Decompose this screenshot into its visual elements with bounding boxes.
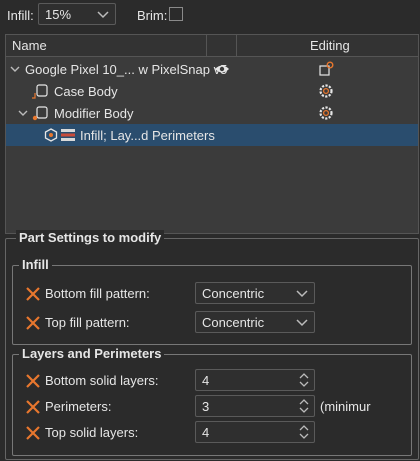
bottom-solid-layers-value: 4 [202,373,210,388]
top-solid-layers-value: 4 [202,425,210,440]
infill-combo[interactable]: 15% [38,3,116,25]
object-name: Google Pixel 10_... w PixelSnap v5 [25,62,228,77]
expand-chevron-icon[interactable] [18,109,28,117]
settings-hex-icon [44,128,58,142]
part-settings-title: Part Settings to modify [16,230,165,245]
bottom-fill-pattern-value: Concentric [202,286,265,301]
modifier-body-label: Modifier Body [54,106,134,121]
modifier-icon [32,106,48,121]
settings-item-label: Infill; Lay...d Perimeters [80,128,215,143]
tree-row-case-body[interactable]: Case Body [6,80,418,102]
bottom-solid-layers-label: Bottom solid layers: [45,373,159,388]
case-body-label: Case Body [54,84,118,99]
infill-group: Infill Bottom fill pattern: Concentric T… [12,257,412,345]
layers-icon [61,129,75,141]
infill-label: Infill: [7,8,34,23]
column-name[interactable]: Name [12,38,47,53]
tree-row-object[interactable]: Google Pixel 10_... w PixelSnap v5 [6,58,418,80]
chevron-down-icon [296,290,308,298]
bottom-solid-layers-spin[interactable]: 4 [195,369,315,391]
tree-row-modifier-body[interactable]: Modifier Body [6,102,418,124]
spin-arrows-icon[interactable] [297,423,311,441]
top-fill-pattern-value: Concentric [202,315,265,330]
remove-option-icon[interactable] [25,399,41,415]
bottom-solid-layers-option: Bottom solid layers: [25,369,205,393]
chevron-down-icon [97,11,109,19]
part-settings-panel: Part Settings to modify Infill Bottom fi… [5,230,419,460]
layers-perimeters-group: Layers and Perimeters Bottom solid layer… [12,346,412,456]
perimeters-option: Perimeters: [25,395,205,419]
perimeters-label: Perimeters: [45,399,112,414]
infill-group-title: Infill [19,257,52,272]
remove-option-icon[interactable] [25,286,41,302]
top-solid-layers-spin[interactable]: 4 [195,421,315,443]
spin-arrows-icon[interactable] [297,397,311,415]
tree-row-settings[interactable]: Infill; Lay...d Perimeters [6,124,418,146]
bottom-fill-pattern-label: Bottom fill pattern: [45,286,150,301]
object-list-header: Name Editing [6,35,418,57]
part-icon [32,84,48,99]
column-editing[interactable]: Editing [310,38,350,53]
brim-checkbox[interactable] [169,7,183,21]
perimeters-suffix: (minimur [320,399,371,414]
remove-option-icon[interactable] [25,315,41,331]
remove-option-icon[interactable] [25,425,41,441]
chevron-down-icon [296,319,308,327]
eye-icon[interactable] [214,64,230,74]
perimeters-value: 3 [202,399,210,414]
expand-chevron-icon[interactable] [10,65,20,73]
top-solid-layers-option: Top solid layers: [25,421,205,445]
perimeters-spin[interactable]: 3 [195,395,315,417]
remove-option-icon[interactable] [25,373,41,389]
bottom-fill-pattern-select[interactable]: Concentric [195,282,315,304]
top-fill-pattern-label: Top fill pattern: [45,315,130,330]
gear-icon[interactable] [318,105,334,121]
spin-arrows-icon[interactable] [297,371,311,389]
top-fill-pattern-select[interactable]: Concentric [195,311,315,333]
object-settings-icon[interactable] [318,61,334,77]
top-solid-layers-label: Top solid layers: [45,425,139,440]
gear-icon[interactable] [318,83,334,99]
object-list: Name Editing Google Pixel 10_... w Pixel… [5,34,419,234]
layers-group-title: Layers and Perimeters [19,346,165,361]
infill-value: 15% [45,7,72,22]
top-toolbar: Infill: 15% Brim: [0,0,420,30]
brim-label: Brim: [137,8,168,23]
